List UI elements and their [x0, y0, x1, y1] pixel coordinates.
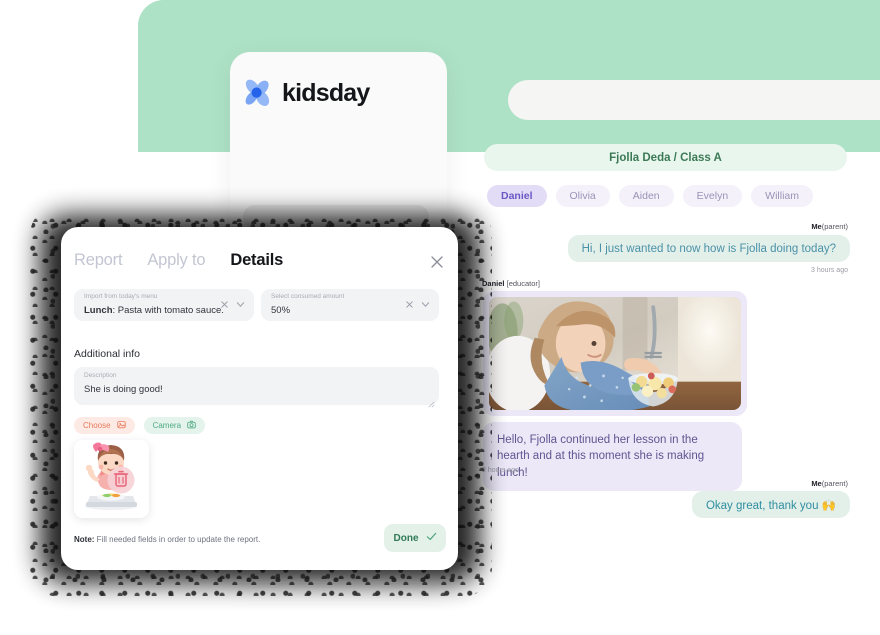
- girl-eating-fruit-bowl-photo: [489, 297, 741, 410]
- camera-icon: [187, 420, 196, 431]
- textarea-value: She is doing good!: [84, 383, 163, 395]
- kid-chip-william[interactable]: William: [751, 185, 813, 207]
- message-timestamp: 3 hours ago: [811, 267, 848, 274]
- tab-report[interactable]: Report: [74, 251, 123, 270]
- message-bubble-parent: Hi, I just wanted to now how is Fjolla d…: [567, 235, 850, 262]
- message-bubble-educator-photo: [483, 291, 747, 416]
- consumed-amount-field[interactable]: Select consumed amount 50%: [261, 289, 439, 321]
- kid-chip-evelyn[interactable]: Evelyn: [682, 185, 743, 207]
- pinwheel-logo-icon: [241, 77, 273, 109]
- note-text: Fill needed fields in order to update th…: [94, 535, 261, 544]
- choose-file-button[interactable]: Choose: [74, 417, 135, 434]
- message-sender-role: (parent): [821, 222, 848, 231]
- textarea-label: Description: [84, 372, 117, 379]
- modal-note: Note: Fill needed fields in order to upd…: [74, 535, 260, 544]
- image-icon: [116, 420, 126, 431]
- details-modal: Report Apply to Details Import from toda…: [61, 227, 458, 570]
- girl-eating-illustration: [74, 440, 149, 518]
- note-prefix: Note:: [74, 535, 95, 544]
- field-value-prefix: Lunch: [84, 304, 113, 316]
- done-label: Done: [393, 532, 419, 544]
- class-banner: Fjolla Deda / Class A: [484, 144, 847, 171]
- brand-logo[interactable]: kidsday: [241, 77, 370, 109]
- camera-button[interactable]: Camera: [143, 417, 206, 434]
- choose-label: Choose: [83, 421, 111, 430]
- field-actions: [405, 300, 430, 311]
- resize-grip-icon[interactable]: [428, 395, 435, 408]
- message-sender-label: Me(parent): [811, 479, 848, 488]
- chevron-down-icon[interactable]: [421, 300, 430, 311]
- message-sender-role: [educator]: [506, 279, 540, 288]
- clear-icon[interactable]: [405, 300, 414, 311]
- message-bubble-parent: Okay great, thank you 🙌: [691, 491, 850, 518]
- message-sender-name: Daniel: [482, 279, 505, 288]
- tab-details[interactable]: Details: [230, 251, 283, 270]
- kid-chip-daniel[interactable]: Daniel: [487, 185, 547, 207]
- clear-icon[interactable]: [220, 300, 229, 311]
- camera-label: Camera: [152, 421, 182, 430]
- check-icon: [426, 531, 437, 545]
- attachment-buttons: Choose Camera: [74, 417, 206, 434]
- field-value-rest: : Pasta with tomato sauce.: [112, 304, 224, 316]
- chevron-down-icon[interactable]: [236, 300, 245, 311]
- search-input[interactable]: [508, 80, 880, 120]
- message-sender-label: Daniel [educator]: [482, 279, 540, 288]
- close-icon[interactable]: [428, 253, 446, 271]
- modal-tabs: Report Apply to Details: [74, 251, 283, 270]
- message-timestamp: 2 hours ago: [482, 467, 519, 474]
- attachment-thumbnail[interactable]: [74, 440, 149, 518]
- field-actions: [220, 300, 245, 311]
- kid-filter-chips: Daniel Olivia Aiden Evelyn William: [487, 185, 813, 207]
- modal-footer: Note: Fill needed fields in order to upd…: [61, 516, 458, 570]
- kid-chip-olivia[interactable]: Olivia: [555, 185, 610, 207]
- brand-name: kidsday: [282, 78, 370, 107]
- menu-import-field[interactable]: Import from today's menu Lunch: Pasta wi…: [74, 289, 254, 321]
- message-bubble-educator-text: Hello, Fjolla continued her lesson in th…: [483, 422, 742, 491]
- description-textarea[interactable]: Description She is doing good!: [74, 367, 439, 408]
- tab-apply-to[interactable]: Apply to: [147, 251, 205, 270]
- message-sender-role: (parent): [821, 479, 848, 488]
- message-sender-label: Me(parent): [811, 222, 848, 231]
- section-title-additional-info: Additional info: [74, 348, 140, 360]
- message-sender-name: Me: [811, 222, 822, 231]
- kid-chip-aiden[interactable]: Aiden: [618, 185, 674, 207]
- done-button[interactable]: Done: [384, 524, 446, 552]
- message-sender-name: Me: [811, 479, 822, 488]
